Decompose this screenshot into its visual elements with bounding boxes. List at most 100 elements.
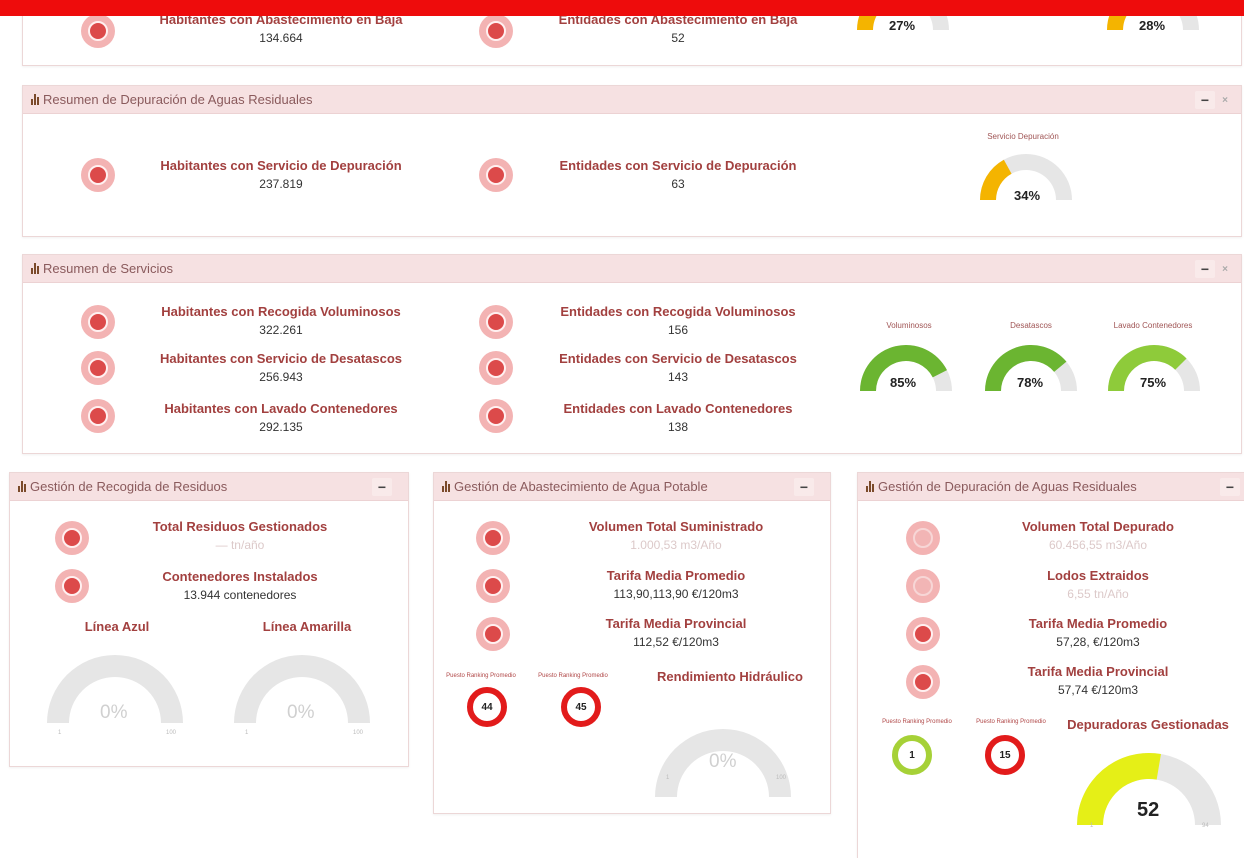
- panel-title: Resumen de Depuración de Aguas Residuale…: [43, 92, 313, 107]
- close-button[interactable]: ×: [1219, 91, 1231, 109]
- stat-value: 143: [667, 370, 689, 384]
- stat-value: 292.135: [259, 420, 303, 434]
- treatment-icon: [906, 521, 940, 555]
- stat-title: Habitantes con Lavado Contenedores: [164, 401, 398, 416]
- gauge-percent: 28%: [1139, 18, 1166, 33]
- stat-value: 112,52 €/120m3: [633, 635, 719, 649]
- hab-baja-stat: Habitantes con Abastecimiento en Baja 13…: [141, 12, 421, 45]
- tarifa-provincial-stat: Tarifa Media Provincial 57,74 €/120m3: [978, 664, 1218, 697]
- tarifa-promedio-stat: Tarifa Media Promedio 113,90,113,90 €/12…: [556, 568, 796, 601]
- panel-title: Gestión de Recogida de Residuos: [30, 479, 228, 494]
- gauge-percent: 0%: [287, 702, 315, 723]
- gauge-max: 94: [1202, 823, 1209, 829]
- stat-title: Total Residuos Gestionados: [152, 519, 328, 534]
- linea-amarilla-title: Línea Amarilla: [262, 619, 352, 634]
- stat-value: 156: [667, 323, 689, 337]
- stat-value: 60.456,55 m3/Año: [1048, 538, 1148, 552]
- ranking-label: Puesto Ranking Promedio: [538, 673, 608, 679]
- panel-header: Resumen de Servicios − ×: [23, 255, 1241, 283]
- tarifa-promedio-stat: Tarifa Media Promedio 57,28, €/120m3: [978, 616, 1218, 649]
- water-drop-icon: [476, 521, 510, 555]
- ent-desatascos-stat: Entidades con Servicio de Desatascos 143: [533, 351, 823, 384]
- stat-value: 1.000,53 m3/Año: [630, 538, 722, 552]
- container-icon: [479, 351, 513, 385]
- panel-title: Gestión de Abastecimiento de Agua Potabl…: [454, 479, 708, 494]
- tariff-icon: [476, 617, 510, 651]
- stat-title: Volumen Total Depurado: [1022, 519, 1174, 534]
- collapse-button[interactable]: −: [1195, 260, 1215, 278]
- container-icon: [81, 305, 115, 339]
- servicios-summary-panel: Resumen de Servicios − × Habitantes con …: [22, 254, 1242, 454]
- gauge-title: Desatascos: [1010, 321, 1052, 330]
- lodos-stat: Lodos Extraidos 6,55 tn/Año: [978, 568, 1218, 601]
- stat-value: 134.664: [259, 31, 303, 45]
- contenedores-stat: Contenedores Instalados 13.944 contenedo…: [110, 569, 370, 602]
- tarifa-provincial-stat: Tarifa Media Provincial 112,52 €/120m3: [556, 616, 796, 649]
- ranking-ring: 15: [985, 735, 1025, 775]
- panel-title: Resumen de Servicios: [43, 261, 174, 276]
- panel-header: Gestión de Depuración de Aguas Residuale…: [858, 473, 1244, 501]
- hab-depuracion-stat: Habitantes con Servicio de Depuración 23…: [141, 158, 421, 191]
- stat-value: 237.819: [259, 177, 303, 191]
- stat-value: 63: [671, 177, 685, 191]
- stat-value: 52: [671, 31, 685, 45]
- stat-title: Habitantes con Recogida Voluminosos: [161, 304, 401, 319]
- container-icon: [81, 351, 115, 385]
- collapse-button[interactable]: −: [1195, 91, 1215, 109]
- ranking-ring: 1: [892, 735, 932, 775]
- ent-depuracion-stat: Entidades con Servicio de Depuración 63: [533, 158, 823, 191]
- stat-title: Tarifa Media Provincial: [605, 616, 747, 631]
- gauge-title: Lavado Contenedores: [1113, 321, 1193, 330]
- gauge-title: Voluminosos: [886, 321, 932, 330]
- stat-value: 113,90,113,90 €/120m3: [613, 587, 739, 601]
- gauge-percent: 27%: [889, 18, 916, 33]
- close-button[interactable]: ×: [1219, 260, 1231, 278]
- water-drop-icon: [479, 158, 513, 192]
- collapse-button[interactable]: −: [372, 478, 392, 496]
- gauge-min: 1: [245, 730, 249, 736]
- gauge-title: Servicio Depuración: [987, 132, 1059, 141]
- stat-title: Habitantes con Servicio de Desatascos: [159, 351, 403, 366]
- hab-desatascos-stat: Habitantes con Servicio de Desatascos 25…: [141, 351, 421, 384]
- ranking-label: Puesto Ranking Promedio: [976, 719, 1046, 725]
- bar-chart-icon: [31, 94, 39, 105]
- stat-title: Entidades con Servicio de Depuración: [559, 158, 797, 173]
- ranking-label: Puesto Ranking Promedio: [446, 673, 516, 679]
- depuradoras-title: Depuradoras Gestionadas: [1067, 717, 1229, 732]
- stat-title: Entidades con Recogida Voluminosos: [560, 304, 796, 319]
- stat-title: Tarifa Media Promedio: [606, 568, 746, 583]
- collapse-button[interactable]: −: [794, 478, 814, 496]
- ent-voluminosos-stat: Entidades con Recogida Voluminosos 156: [533, 304, 823, 337]
- stat-title: Entidades con Servicio de Desatascos: [559, 351, 797, 366]
- ranking-label: Puesto Ranking Promedio: [882, 719, 952, 725]
- container-icon: [55, 569, 89, 603]
- stat-title: Lodos Extraidos: [1047, 568, 1149, 583]
- collapse-button[interactable]: −: [1220, 478, 1240, 496]
- gauge-percent: 34%: [1014, 188, 1041, 203]
- stat-value: 6,55 tn/Año: [1067, 587, 1129, 601]
- stat-value: 322.261: [259, 323, 303, 337]
- bar-chart-icon: [442, 481, 450, 492]
- container-icon: [479, 399, 513, 433]
- top-red-bar: [0, 0, 1244, 16]
- gauge-percent: 85%: [890, 375, 917, 390]
- gauge-percent: 0%: [709, 751, 737, 772]
- bar-chart-icon: [866, 481, 874, 492]
- bar-chart-icon: [18, 481, 26, 492]
- container-icon: [55, 521, 89, 555]
- hab-lavado-stat: Habitantes con Lavado Contenedores 292.1…: [141, 401, 421, 434]
- stat-value: 57,28, €/120m3: [1056, 635, 1140, 649]
- container-icon: [81, 399, 115, 433]
- gauge-percent: 0%: [100, 702, 128, 723]
- treatment-icon: [906, 569, 940, 603]
- gauge-max: 100: [776, 775, 787, 781]
- tariff-icon: [906, 665, 940, 699]
- stat-value: 138: [667, 420, 689, 434]
- gauge-min: 1: [666, 775, 670, 781]
- stat-title: Tarifa Media Promedio: [1028, 616, 1168, 631]
- stat-value: 13.944 contenedores: [183, 588, 297, 602]
- water-drop-icon: [81, 14, 115, 48]
- stat-title: Contenedores Instalados: [162, 569, 318, 584]
- gauge-min: 1: [58, 730, 62, 736]
- panel-title: Gestión de Depuración de Aguas Residuale…: [878, 479, 1137, 494]
